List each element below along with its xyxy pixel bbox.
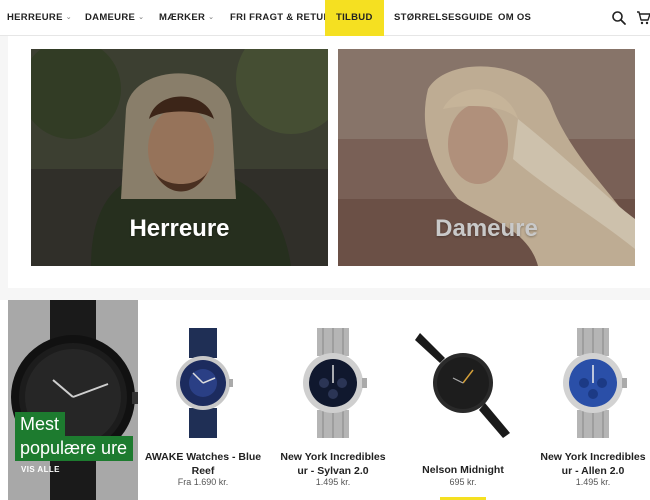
product-name-line2: ur - Allen 2.0 (561, 465, 625, 477)
product-name-line1: New York Incredibles (280, 451, 386, 463)
product-price: Fra 1.690 kr. (177, 477, 229, 487)
nav-item-stoerrelsesguide[interactable]: STØRRELSESGUIDE (394, 0, 493, 36)
chevron-down-icon: ⌄ (65, 14, 72, 21)
product-card[interactable]: New York Incredibles ur - Sylvan 2.0 1.4… (270, 300, 396, 500)
hero-men-label: Herreure (129, 215, 230, 242)
product-name: AWAKE Watches - Blue Reef (142, 450, 264, 478)
nav-item-label: FRI FRAGT & RETUR (230, 12, 331, 23)
product-image (176, 328, 233, 438)
product-image (303, 328, 367, 438)
hero-section: Herreure Dameure (8, 36, 650, 288)
hero-women-label: Dameure (435, 215, 538, 242)
product-price: 1.495 kr. (315, 477, 351, 487)
nav-item-label: MÆRKER (159, 12, 206, 23)
product-image (415, 333, 510, 438)
product-name: New York Incredibles ur - Allen 2.0 (532, 450, 650, 478)
product-price: 695 kr. (449, 477, 477, 487)
nav-item-tilbud[interactable]: TILBUD (325, 0, 384, 36)
product-card[interactable]: Nelson Midnight 695 kr. (400, 300, 526, 500)
product-name: Nelson Midnight (402, 463, 524, 477)
search-icon[interactable] (611, 10, 627, 26)
promo-tile[interactable]: Mest populære ure VIS ALLE (8, 300, 138, 500)
promo-title-line1: Mest (15, 412, 66, 437)
nav-item-herreure[interactable]: HERREURE ⌄ (7, 0, 72, 36)
nav-item-dameure[interactable]: DAMEURE ⌄ (85, 0, 144, 36)
nav-item-maerker[interactable]: MÆRKER ⌄ (159, 0, 214, 36)
product-image (563, 328, 627, 438)
nav-item-label: OM OS (498, 12, 532, 23)
nav-item-om-os[interactable]: OM OS (498, 0, 531, 36)
nav-item-fri-fragt[interactable]: FRI FRAGT & RETUR (230, 0, 331, 36)
chevron-down-icon: ⌄ (208, 14, 215, 21)
product-name-line1: Nelson Midnight (422, 464, 504, 476)
product-card[interactable]: AWAKE Watches - Blue Reef Fra 1.690 kr. (140, 300, 266, 500)
chevron-down-icon: ⌄ (138, 14, 145, 21)
popular-products-section: Mest populære ure VIS ALLE AWAKE Watches… (0, 300, 650, 500)
product-card[interactable]: New York Incredibles ur - Allen 2.0 1.49… (530, 300, 650, 500)
product-name-line1: AWAKE Watches - Blue (144, 451, 262, 463)
nav-item-label: STØRRELSESGUIDE (394, 12, 493, 23)
promo-title-line2: populære ure (15, 436, 134, 461)
hero-women-banner[interactable]: Dameure (338, 49, 635, 266)
product-name-line2: ur - Sylvan 2.0 (297, 465, 369, 477)
product-name-line2: Reef (191, 465, 215, 477)
view-all-link[interactable]: VIS ALLE (21, 465, 60, 474)
product-price: 1.495 kr. (575, 477, 611, 487)
nav-item-label: HERREURE (7, 12, 63, 23)
nav-item-label: TILBUD (336, 12, 373, 23)
product-name-line1: New York Incredibles (540, 451, 646, 463)
cart-icon[interactable] (636, 10, 650, 26)
main-navigation: HERREURE ⌄ DAMEURE ⌄ MÆRKER ⌄ FRI FRAGT & R… (0, 0, 650, 36)
nav-item-label: DAMEURE (85, 12, 136, 23)
hero-men-banner[interactable]: Herreure (31, 49, 328, 266)
product-name: New York Incredibles ur - Sylvan 2.0 (272, 450, 394, 478)
